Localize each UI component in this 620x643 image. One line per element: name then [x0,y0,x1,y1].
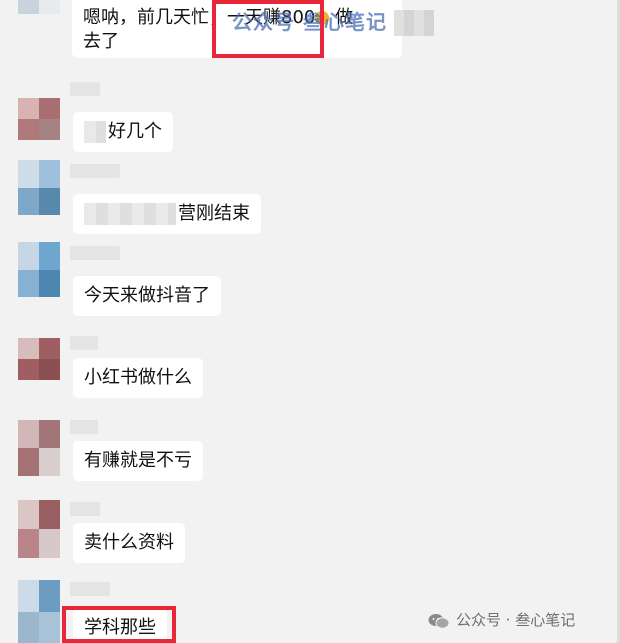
redaction-mosaic [84,121,106,143]
sender-name [70,420,98,434]
sender-name [70,246,120,260]
message-bubble[interactable]: 好几个 [73,112,173,152]
redaction-mosaic [394,10,434,36]
message-text: 卖什么资料 [84,532,174,553]
message-bubble[interactable]: 今天来做抖音了 [73,276,221,316]
avatar[interactable] [18,160,60,215]
message-text: 营刚结束 [178,203,250,224]
sender-name [70,164,120,178]
chat-screenshot: 嗯呐，前几天忙，一天赚800 做 去了 公众号 叁心笔记 好几个 营刚结束 今天… [0,0,620,643]
message-text: 有赚就是不亏 [84,450,192,471]
avatar[interactable] [18,0,60,14]
sender-name [70,502,100,516]
highlight-box [212,0,324,58]
message-bubble[interactable]: 卖什么资料 [73,523,185,563]
watermark: 公众号 · 叁心笔记 [428,609,575,630]
sender-name [70,82,100,96]
message-bubble[interactable]: 有赚就是不亏 [73,441,203,481]
avatar[interactable] [18,338,60,380]
message-text: 去了 [83,31,119,52]
avatar[interactable] [18,98,60,140]
message-text: 小红书做什么 [84,367,192,388]
message-text: 今天来做抖音了 [84,285,210,306]
sender-name [70,336,98,350]
highlight-box [62,606,176,643]
wechat-icon [428,613,450,629]
watermark-text: 公众号 · 叁心笔记 [456,611,576,629]
avatar[interactable] [18,580,60,643]
message-text: 好几个 [108,121,162,142]
message-bubble[interactable]: 小红书做什么 [73,358,203,398]
avatar[interactable] [18,420,60,476]
message-bubble[interactable]: 营刚结束 [73,194,261,234]
message-text: 嗯呐，前几天忙， [83,7,227,28]
redaction-mosaic [84,203,176,225]
sender-name [70,582,110,596]
avatar[interactable] [18,500,60,558]
avatar[interactable] [18,242,60,297]
